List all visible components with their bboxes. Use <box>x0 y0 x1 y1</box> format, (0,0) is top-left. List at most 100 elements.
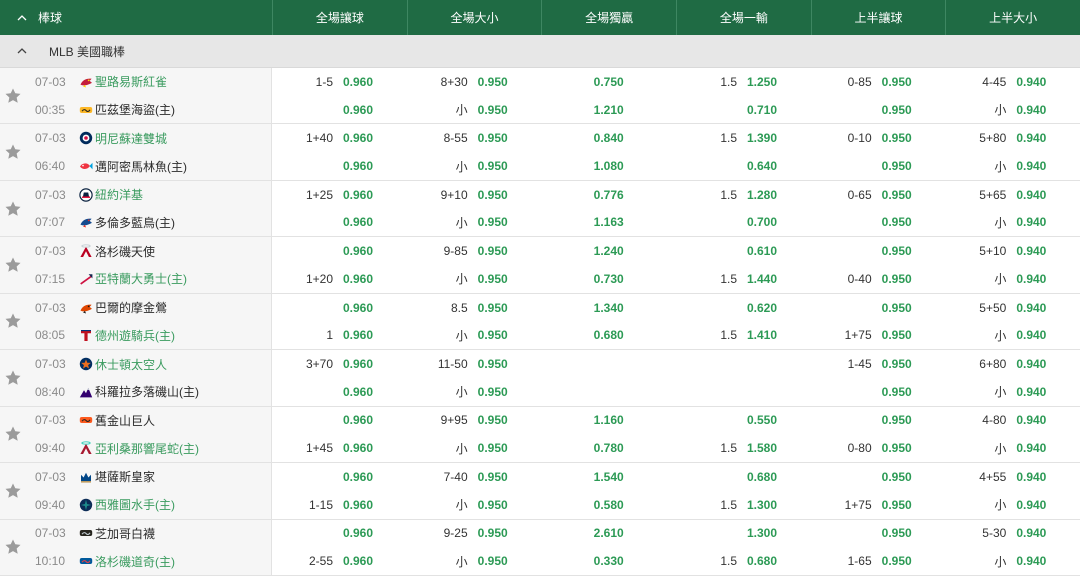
odds-value[interactable]: 1.580 <box>747 441 777 455</box>
first-half-over-under-cell[interactable]: 5+10 0.940 <box>945 237 1080 265</box>
odds-value[interactable]: 0.950 <box>478 244 508 258</box>
odds-value[interactable]: 0.940 <box>1016 75 1046 89</box>
odds-value[interactable]: 0.950 <box>478 188 508 202</box>
odds-value[interactable]: 0.950 <box>478 272 508 286</box>
favorite-star-icon[interactable] <box>4 87 22 105</box>
odds-value[interactable]: 1.440 <box>747 272 777 286</box>
odds-value[interactable]: 0.940 <box>1016 441 1046 455</box>
full-run-line-cell[interactable]: 0.620 <box>676 294 811 322</box>
full-moneyline-cell[interactable]: 0.730 <box>541 265 676 293</box>
first-half-over-under-cell[interactable]: 小 0.940 <box>945 547 1080 575</box>
first-half-handicap-cell[interactable]: 0-80 0.950 <box>811 434 946 462</box>
odds-value[interactable]: 0.950 <box>478 215 508 229</box>
odds-value[interactable]: 0.580 <box>594 498 624 512</box>
full-handicap-cell[interactable]: 0.960 <box>272 520 407 548</box>
first-half-handicap-cell[interactable]: 1+75 0.950 <box>811 491 946 519</box>
odds-value[interactable]: 0.950 <box>882 470 912 484</box>
first-half-over-under-cell[interactable]: 4+55 0.940 <box>945 463 1080 491</box>
odds-value[interactable]: 0.950 <box>478 385 508 399</box>
odds-value[interactable]: 0.550 <box>747 413 777 427</box>
favorite-star-icon[interactable] <box>4 538 22 556</box>
odds-value[interactable]: 0.940 <box>1016 188 1046 202</box>
first-half-over-under-cell[interactable]: 5+65 0.940 <box>945 181 1080 209</box>
full-handicap-cell[interactable]: 3+70 0.960 <box>272 350 407 378</box>
odds-value[interactable]: 0.950 <box>882 554 912 568</box>
odds-value[interactable]: 0.960 <box>343 131 373 145</box>
full-over-under-cell[interactable]: 小 0.950 <box>407 321 542 349</box>
odds-value[interactable]: 0.680 <box>594 328 624 342</box>
odds-value[interactable]: 0.960 <box>343 215 373 229</box>
odds-value[interactable]: 0.950 <box>882 328 912 342</box>
full-over-under-cell[interactable]: 11-50 0.950 <box>407 350 542 378</box>
favorite-star-icon[interactable] <box>4 425 22 443</box>
full-over-under-cell[interactable]: 小 0.950 <box>407 152 542 180</box>
odds-value[interactable]: 0.730 <box>594 272 624 286</box>
full-handicap-cell[interactable]: 1-15 0.960 <box>272 491 407 519</box>
odds-value[interactable]: 1.240 <box>594 244 624 258</box>
odds-value[interactable]: 0.780 <box>594 441 624 455</box>
full-over-under-cell[interactable]: 8+30 0.950 <box>407 68 542 96</box>
odds-value[interactable]: 0.940 <box>1016 554 1046 568</box>
full-handicap-cell[interactable]: 0.960 <box>272 152 407 180</box>
full-handicap-cell[interactable]: 1 0.960 <box>272 321 407 349</box>
sport-header[interactable]: 棒球 <box>0 0 272 35</box>
favorite-star-icon[interactable] <box>4 369 22 387</box>
first-half-handicap-cell[interactable]: 0.950 <box>811 237 946 265</box>
full-handicap-cell[interactable]: 0.960 <box>272 209 407 237</box>
odds-value[interactable]: 0.940 <box>1016 328 1046 342</box>
first-half-handicap-cell[interactable]: 0-85 0.950 <box>811 68 946 96</box>
full-moneyline-cell[interactable]: 0.840 <box>541 124 676 152</box>
favorite-star-icon[interactable] <box>4 256 22 274</box>
odds-value[interactable]: 0.960 <box>343 188 373 202</box>
full-moneyline-cell[interactable]: 1.163 <box>541 209 676 237</box>
full-handicap-cell[interactable]: 0.960 <box>272 407 407 435</box>
odds-value[interactable]: 0.950 <box>882 301 912 315</box>
odds-value[interactable]: 0.950 <box>882 498 912 512</box>
full-over-under-cell[interactable]: 8.5 0.950 <box>407 294 542 322</box>
chevron-up-icon[interactable] <box>16 12 27 23</box>
odds-value[interactable]: 0.960 <box>343 441 373 455</box>
odds-value[interactable]: 0.960 <box>343 301 373 315</box>
first-half-handicap-cell[interactable]: 0.950 <box>811 152 946 180</box>
favorite-star-icon[interactable] <box>4 482 22 500</box>
first-half-handicap-cell[interactable]: 0.950 <box>811 96 946 124</box>
full-moneyline-cell[interactable]: 1.080 <box>541 152 676 180</box>
full-run-line-cell[interactable]: 1.5 1.440 <box>676 265 811 293</box>
full-run-line-cell[interactable]: 0.550 <box>676 407 811 435</box>
full-handicap-cell[interactable]: 1-5 0.960 <box>272 68 407 96</box>
odds-value[interactable]: 0.950 <box>882 357 912 371</box>
full-moneyline-cell[interactable]: 0.580 <box>541 491 676 519</box>
odds-value[interactable]: 0.950 <box>478 131 508 145</box>
odds-value[interactable]: 0.680 <box>747 470 777 484</box>
first-half-over-under-cell[interactable]: 小 0.940 <box>945 152 1080 180</box>
odds-value[interactable]: 1.410 <box>747 328 777 342</box>
odds-value[interactable]: 1.390 <box>747 131 777 145</box>
full-moneyline-cell[interactable]: 1.160 <box>541 407 676 435</box>
full-moneyline-cell[interactable]: 0.780 <box>541 434 676 462</box>
odds-value[interactable]: 0.940 <box>1016 159 1046 173</box>
first-half-over-under-cell[interactable]: 5+80 0.940 <box>945 124 1080 152</box>
first-half-over-under-cell[interactable]: 4-80 0.940 <box>945 407 1080 435</box>
odds-value[interactable]: 0.960 <box>343 244 373 258</box>
first-half-handicap-cell[interactable]: 0.950 <box>811 209 946 237</box>
league-header[interactable]: MLB 美國職棒 <box>0 35 1080 68</box>
odds-value[interactable]: 0.960 <box>343 159 373 173</box>
full-moneyline-cell[interactable]: 1.340 <box>541 294 676 322</box>
odds-value[interactable]: 0.640 <box>747 159 777 173</box>
favorite-star-icon[interactable] <box>4 143 22 161</box>
full-over-under-cell[interactable]: 小 0.950 <box>407 378 542 406</box>
first-half-over-under-cell[interactable]: 4-45 0.940 <box>945 68 1080 96</box>
full-moneyline-cell[interactable]: 0.680 <box>541 321 676 349</box>
odds-value[interactable]: 0.710 <box>747 103 777 117</box>
first-half-over-under-cell[interactable]: 小 0.940 <box>945 434 1080 462</box>
full-run-line-cell[interactable]: 1.5 1.410 <box>676 321 811 349</box>
full-moneyline-cell[interactable]: 0.776 <box>541 181 676 209</box>
full-handicap-cell[interactable]: 2-55 0.960 <box>272 547 407 575</box>
odds-value[interactable]: 0.950 <box>478 526 508 540</box>
first-half-handicap-cell[interactable]: 0.950 <box>811 294 946 322</box>
odds-value[interactable]: 0.950 <box>478 328 508 342</box>
full-moneyline-cell[interactable]: 1.540 <box>541 463 676 491</box>
odds-value[interactable]: 0.940 <box>1016 272 1046 286</box>
full-over-under-cell[interactable]: 9+95 0.950 <box>407 407 542 435</box>
odds-value[interactable]: 0.960 <box>343 357 373 371</box>
